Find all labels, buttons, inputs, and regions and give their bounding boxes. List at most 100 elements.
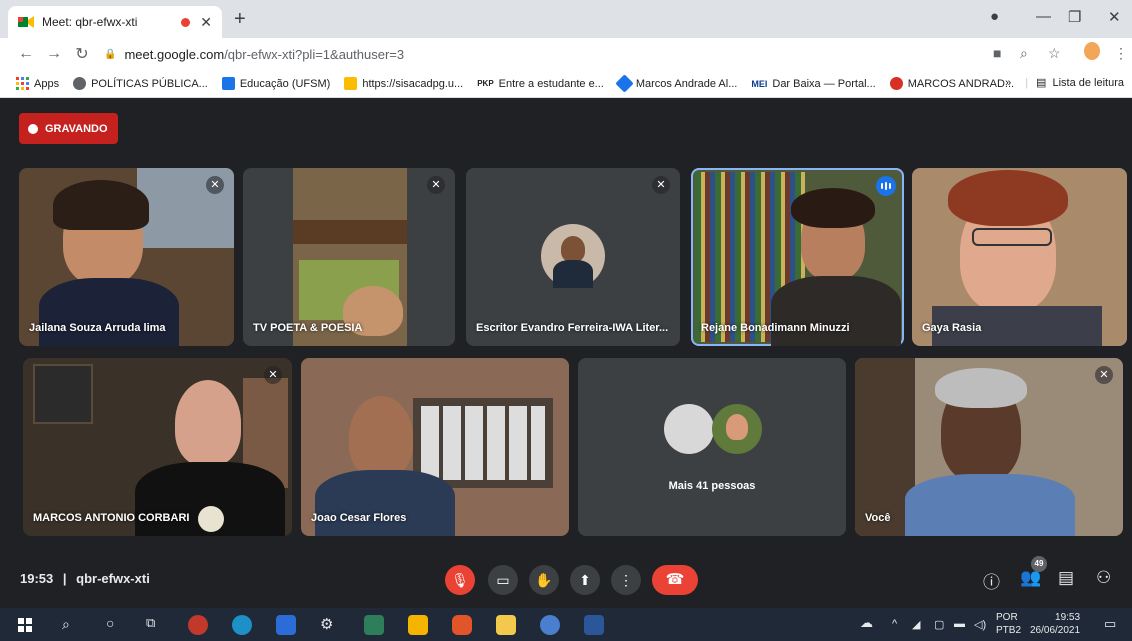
task-view-icon[interactable]: ⧉	[146, 615, 155, 631]
windows-start-icon[interactable]	[18, 618, 32, 632]
cortana-icon[interactable]: ○	[106, 615, 114, 631]
calculator-icon[interactable]	[364, 615, 384, 635]
site-icon	[344, 77, 358, 90]
apps-grid-icon	[16, 77, 29, 90]
show-hidden-icons[interactable]: ^	[892, 618, 897, 630]
chat-icon[interactable]: ▤	[1058, 568, 1074, 588]
notifications-icon[interactable]: ▭	[1104, 616, 1116, 632]
bookmark-marcos-andrade[interactable]: Marcos Andrade Al...	[615, 74, 737, 93]
avatar	[541, 224, 605, 288]
meeting-time: 19:53	[20, 571, 54, 586]
recording-icon	[28, 123, 38, 134]
browser-toolbar: ← → ↻ 🔒 meet.google.com/qbr-efwx-xti?pli…	[0, 38, 1132, 70]
reload-icon[interactable]: ↻	[68, 44, 96, 64]
maximize-icon[interactable]: ❐	[1068, 8, 1081, 26]
leave-call-button[interactable]: ☎	[652, 565, 698, 595]
globe-icon	[73, 77, 87, 90]
participant-name: MARCOS ANTONIO CORBARI	[33, 512, 190, 524]
classroom-icon	[221, 77, 235, 90]
mic-off-icon: ✕	[264, 366, 282, 384]
browser-tab[interactable]: Meet: qbr-efwx-xti ✕	[8, 6, 222, 38]
mic-off-icon: ✕	[652, 176, 670, 194]
mic-off-button[interactable]: 🎙	[445, 565, 475, 595]
reading-list-button[interactable]: Lista de leitura	[1052, 77, 1124, 89]
minimize-icon[interactable]: —	[1036, 8, 1051, 25]
edge-icon[interactable]	[232, 615, 252, 635]
word-icon[interactable]	[584, 615, 604, 635]
lock-icon: 🔒	[104, 48, 117, 60]
address-bar[interactable]: 🔒 meet.google.com/qbr-efwx-xti?pli=1&aut…	[104, 42, 984, 66]
mic-off-icon: ✕	[427, 176, 445, 194]
avatar	[664, 404, 714, 454]
app-icon[interactable]	[408, 615, 428, 635]
more-options-button[interactable]: ⋮	[611, 565, 641, 595]
file-explorer-icon[interactable]	[496, 615, 516, 635]
participant-tile-marcos[interactable]: ✕ MARCOS ANTONIO CORBARI	[23, 358, 292, 536]
speaking-indicator-icon	[876, 176, 896, 196]
recording-badge[interactable]: GRAVANDO	[19, 113, 118, 144]
battery-icon[interactable]: ▬	[954, 618, 965, 630]
activities-icon[interactable]: ⚇	[1096, 568, 1111, 588]
site-icon	[889, 77, 903, 90]
bookmark-entre[interactable]: PKP Entre a estudante e...	[477, 78, 604, 90]
participant-name: Você	[865, 512, 891, 524]
recording-dot-icon	[181, 17, 191, 27]
back-icon[interactable]: ←	[12, 45, 40, 63]
meet-icon	[18, 16, 34, 28]
forward-icon[interactable]: →	[40, 45, 68, 63]
participant-tile-jailana[interactable]: ✕ Jailana Souza Arruda lima	[19, 168, 234, 346]
mei-icon: MEI	[751, 78, 768, 89]
network-icon[interactable]: ◢	[912, 618, 920, 631]
close-window-icon[interactable]: ✕	[1108, 8, 1121, 26]
participant-tile-evandro[interactable]: ✕ Escritor Evandro Ferreira-IWA Liter...	[466, 168, 680, 346]
close-tab-icon[interactable]: ✕	[200, 14, 212, 31]
search-icon[interactable]: ⌕	[62, 616, 70, 633]
profile-icon[interactable]: ●	[990, 8, 999, 25]
participant-tile-tv-poeta[interactable]: ✕ TV POETA & POESIA	[243, 168, 455, 346]
menu-icon[interactable]: ⋮	[1114, 45, 1128, 62]
bookmark-star-icon[interactable]: ☆	[1048, 45, 1061, 62]
app-icon[interactable]	[188, 615, 208, 635]
participant-tile-gaya[interactable]: Gaya Rasia	[912, 168, 1127, 346]
settings-icon[interactable]: ⚙	[320, 615, 333, 633]
people-icon[interactable]: 👥	[1020, 568, 1041, 588]
bookmarks-bar: Apps POLÍTICAS PÚBLICA... Educação (UFSM…	[0, 70, 1132, 98]
meeting-info-icon[interactable]: ⓘ	[983, 568, 1000, 593]
app-icon[interactable]	[276, 615, 296, 635]
participant-tile-joao[interactable]: Joao Cesar Flores	[301, 358, 569, 536]
bookmark-politicas[interactable]: POLÍTICAS PÚBLICA...	[73, 77, 208, 90]
bookmark-apps[interactable]: Apps	[16, 77, 59, 90]
participant-tile-voce[interactable]: ✕ Você	[855, 358, 1123, 536]
app-icon[interactable]	[452, 615, 472, 635]
bookmark-marcos-andrad[interactable]: MARCOS ANDRAD...	[889, 77, 1014, 90]
bookmark-educacao[interactable]: Educação (UFSM)	[221, 77, 330, 90]
more-bookmarks-icon[interactable]: »	[1005, 77, 1011, 89]
device-icon[interactable]: ▢	[934, 618, 944, 631]
bookmark-dar-baixa[interactable]: MEI Dar Baixa — Portal...	[751, 78, 875, 90]
bookmark-sisacad[interactable]: https://sisacadpg.u...	[344, 77, 463, 90]
raise-hand-button[interactable]: ✋	[529, 565, 559, 595]
camera-in-use-icon[interactable]: ■	[993, 45, 1001, 61]
chrome-icon[interactable]	[540, 615, 560, 635]
participant-tile-rejane[interactable]: Rejane Bonadimann Minuzzi	[691, 168, 904, 346]
input-language[interactable]: POR PTB2	[996, 611, 1021, 637]
volume-icon[interactable]: ◁)	[974, 618, 986, 631]
account-avatar[interactable]	[1084, 42, 1100, 60]
more-people-label: Mais 41 pessoas	[668, 480, 756, 492]
system-clock[interactable]: 19:53 26/06/2021	[1030, 611, 1080, 637]
url-path: /qbr-efwx-xti?pli=1&authuser=3	[224, 46, 405, 62]
participant-tile-more-people[interactable]: Mais 41 pessoas	[578, 358, 846, 536]
camera-button[interactable]: ▭	[488, 565, 518, 595]
onedrive-icon[interactable]: ☁	[860, 615, 873, 631]
pkp-icon: PKP	[477, 79, 494, 88]
avatar	[712, 404, 762, 454]
present-screen-button[interactable]: ⬆	[570, 565, 600, 595]
diamond-icon	[615, 74, 634, 93]
meeting-code: qbr-efwx-xti	[76, 571, 150, 586]
bookmarks-right: » | ▤ Lista de leitura	[1005, 76, 1124, 90]
reading-list-icon: ▤	[1036, 77, 1047, 89]
zoom-icon[interactable]: ⌕	[1020, 45, 1028, 62]
new-tab-icon[interactable]: +	[234, 8, 246, 31]
participant-name: Jailana Souza Arruda lima	[29, 322, 166, 334]
mic-off-icon: ✕	[206, 176, 224, 194]
